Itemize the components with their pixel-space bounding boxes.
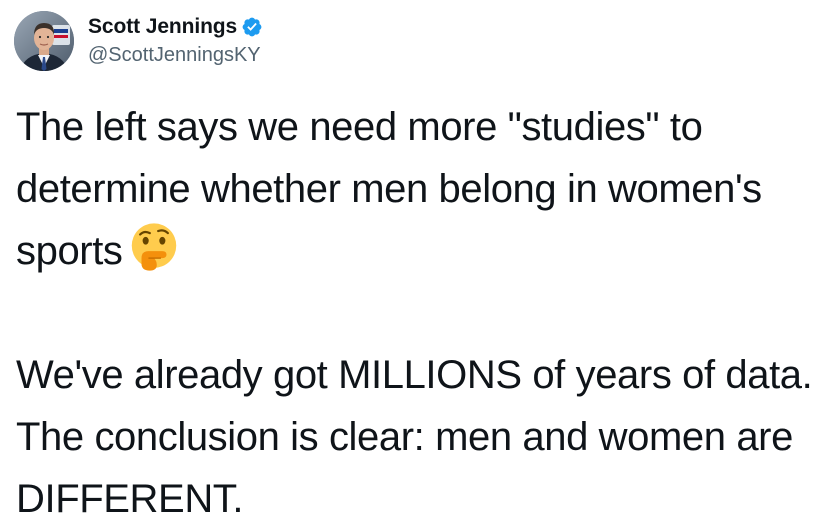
author-handle[interactable]: @ScottJenningsKY: [88, 42, 263, 68]
author-display-name[interactable]: Scott Jennings: [88, 14, 237, 40]
profile-photo-avatar-icon: [14, 11, 74, 71]
tweet-paragraph-1: The left says we need more "studies" to …: [16, 96, 816, 282]
thinking-face-emoji-icon: [129, 222, 179, 272]
display-name-row: Scott Jennings: [88, 14, 263, 40]
tweet-paragraph-2: We've already got MILLIONS of years of d…: [16, 353, 813, 521]
verified-badge-icon[interactable]: [241, 16, 263, 38]
author-avatar[interactable]: [14, 11, 74, 71]
author-names: Scott Jennings @ScottJenningsKY: [88, 11, 263, 71]
tweet-text: The left says we need more "studies" to …: [16, 96, 816, 530]
tweet-header: Scott Jennings @ScottJenningsKY: [14, 10, 263, 72]
tweet-card: Scott Jennings @ScottJenningsKY The left…: [0, 0, 826, 521]
